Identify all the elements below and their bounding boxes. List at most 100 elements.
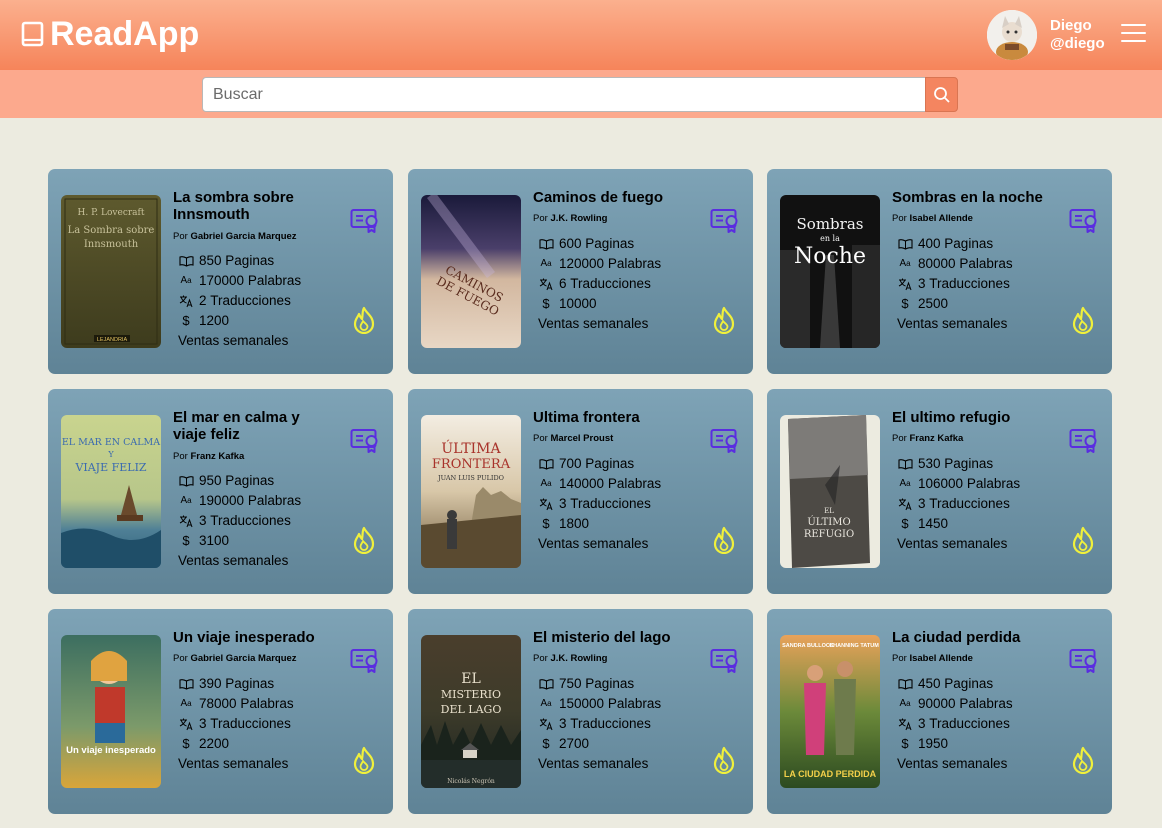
book-card[interactable]: EL MISTERIO DEL LAGO Nicolás Negrón El m…: [408, 609, 753, 814]
open-book-icon: [178, 677, 194, 691]
sales-stat: $ 1450: [897, 514, 1020, 534]
certificate-icon[interactable]: [1069, 648, 1099, 674]
pages-label: Paginas: [944, 236, 994, 251]
words-label: Palabras: [240, 696, 294, 711]
book-author: Por Isabel Allende: [892, 653, 973, 664]
book-title[interactable]: Sombras en la noche: [892, 189, 1052, 206]
pages-label: Paginas: [225, 473, 275, 488]
pages-value: 400: [918, 236, 941, 251]
pages-label: Paginas: [944, 676, 994, 691]
author-name: Marcel Proust: [550, 433, 614, 444]
weekly-sales-label: Ventas semanales: [897, 536, 1008, 551]
book-title[interactable]: Ultima frontera: [533, 409, 693, 426]
fire-icon[interactable]: [351, 306, 377, 335]
svg-text:Nicolás Negrón: Nicolás Negrón: [447, 778, 495, 785]
svg-text:CHANNING TATUM: CHANNING TATUM: [829, 643, 879, 649]
app-logo[interactable]: ReadApp: [20, 14, 199, 54]
by-label: Por: [892, 433, 907, 444]
words-value: 190000: [199, 493, 245, 508]
author-name: Isabel Allende: [909, 213, 973, 224]
certificate-icon[interactable]: [710, 208, 740, 234]
certificate-icon[interactable]: [1069, 428, 1099, 454]
book-card[interactable]: H. P. Lovecraft La Sombra sobre Innsmout…: [48, 169, 393, 374]
book-card[interactable]: Sombras en la Noche Sombras en la noche …: [767, 169, 1112, 374]
words-value: 120000: [559, 256, 605, 271]
svg-text:VIAJE FELIZ: VIAJE FELIZ: [74, 461, 146, 474]
book-cover[interactable]: Un viaje inesperado: [61, 635, 161, 788]
avatar[interactable]: [987, 10, 1037, 60]
book-title[interactable]: El misterio del lago: [533, 629, 693, 646]
translations-stat: 3 Traducciones: [897, 714, 1013, 734]
book-card[interactable]: EL MAR EN CALMA Y VIAJE FELIZ El mar en …: [48, 389, 393, 594]
author-name: Franz Kafka: [909, 433, 964, 444]
book-title[interactable]: La sombra sobre Innsmouth: [173, 189, 333, 223]
book-cover[interactable]: CAMINOS DE FUEGO: [421, 195, 521, 348]
book-card[interactable]: CAMINOS DE FUEGO Caminos de fuego Por J.…: [408, 169, 753, 374]
search-button[interactable]: [925, 77, 958, 112]
words-value: 80000: [918, 256, 956, 271]
words-label: Palabras: [247, 273, 302, 288]
certificate-icon[interactable]: [1069, 208, 1099, 234]
book-author: Por Gabriel Garcia Marquez: [173, 653, 297, 664]
book-title[interactable]: El ultimo refugio: [892, 409, 1052, 426]
search-input[interactable]: [202, 77, 926, 112]
fire-icon[interactable]: [711, 526, 737, 555]
fire-icon[interactable]: [1070, 306, 1096, 335]
user-info: Diego @diego: [1050, 17, 1105, 53]
book-cover[interactable]: EL ÚLTIMO REFUGIO: [780, 415, 880, 568]
book-card[interactable]: ÚLTIMA FRONTERA JUAN LUIS PULIDO Ultima …: [408, 389, 753, 594]
pages-value: 450: [918, 676, 941, 691]
book-card[interactable]: Un viaje inesperado Un viaje inesperado …: [48, 609, 393, 814]
user-handle: @diego: [1050, 35, 1105, 52]
fire-icon[interactable]: [711, 746, 737, 775]
certificate-icon[interactable]: [350, 648, 380, 674]
words-stat: Aa 106000 Palabras: [897, 474, 1020, 494]
top-bar: ReadApp Diego @diego: [0, 0, 1162, 70]
book-cover[interactable]: ÚLTIMA FRONTERA JUAN LUIS PULIDO: [421, 415, 521, 568]
book-card[interactable]: EL ÚLTIMO REFUGIO El ultimo refugio Por …: [767, 389, 1112, 594]
fire-icon[interactable]: [351, 746, 377, 775]
certificate-icon[interactable]: [350, 428, 380, 454]
fire-icon[interactable]: [1070, 526, 1096, 555]
book-title[interactable]: Un viaje inesperado: [173, 629, 333, 646]
book-cover[interactable]: SANDRA BULLOCK CHANNING TATUM LA CIUDAD …: [780, 635, 880, 788]
svg-text:EL: EL: [824, 507, 834, 515]
translations-label: Traducciones: [929, 276, 1010, 291]
book-title[interactable]: El mar en calma y viaje feliz: [173, 409, 333, 443]
certificate-icon[interactable]: [710, 428, 740, 454]
words-label: Palabras: [607, 696, 662, 711]
book-cover[interactable]: EL MAR EN CALMA Y VIAJE FELIZ: [61, 415, 161, 568]
book-stats: 530 Paginas Aa 106000 Palabras 3 Traducc…: [897, 454, 1020, 554]
words-stat: Aa 170000 Palabras: [178, 271, 301, 291]
fire-icon[interactable]: [1070, 746, 1096, 775]
book-cover[interactable]: EL MISTERIO DEL LAGO Nicolás Negrón: [421, 635, 521, 788]
translations-value: 3: [559, 496, 567, 511]
book-author: Por Marcel Proust: [533, 433, 613, 444]
weekly-sales-label: Ventas semanales: [897, 756, 1008, 771]
book-cover[interactable]: Sombras en la Noche: [780, 195, 880, 348]
svg-text:LA CIUDAD PERDIDA: LA CIUDAD PERDIDA: [784, 769, 877, 779]
pages-stat: 850 Paginas: [178, 251, 301, 271]
hamburger-menu-icon[interactable]: [1121, 24, 1146, 44]
book-title[interactable]: La ciudad perdida: [892, 629, 1052, 646]
words-stat: Aa 90000 Palabras: [897, 694, 1012, 714]
book-card[interactable]: SANDRA BULLOCK CHANNING TATUM LA CIUDAD …: [767, 609, 1112, 814]
book-title[interactable]: Caminos de fuego: [533, 189, 693, 206]
fire-icon[interactable]: [711, 306, 737, 335]
words-value: 170000: [199, 273, 245, 288]
sales-stat: $ 2500: [897, 294, 1013, 314]
search-icon: [933, 86, 950, 103]
translations-value: 3: [918, 276, 926, 291]
certificate-icon[interactable]: [710, 648, 740, 674]
book-stats: 950 Paginas Aa 190000 Palabras 3 Traducc…: [178, 471, 301, 571]
author-name: J.K. Rowling: [550, 213, 608, 224]
certificate-icon[interactable]: [350, 208, 380, 234]
author-name: J.K. Rowling: [550, 653, 608, 664]
translations-label: Traducciones: [570, 276, 651, 291]
search-bar: [0, 70, 1162, 118]
translations-label: Traducciones: [570, 716, 651, 731]
dollar-icon: $: [901, 296, 909, 311]
open-book-icon: [538, 237, 554, 251]
book-cover[interactable]: H. P. Lovecraft La Sombra sobre Innsmout…: [61, 195, 161, 348]
fire-icon[interactable]: [351, 526, 377, 555]
